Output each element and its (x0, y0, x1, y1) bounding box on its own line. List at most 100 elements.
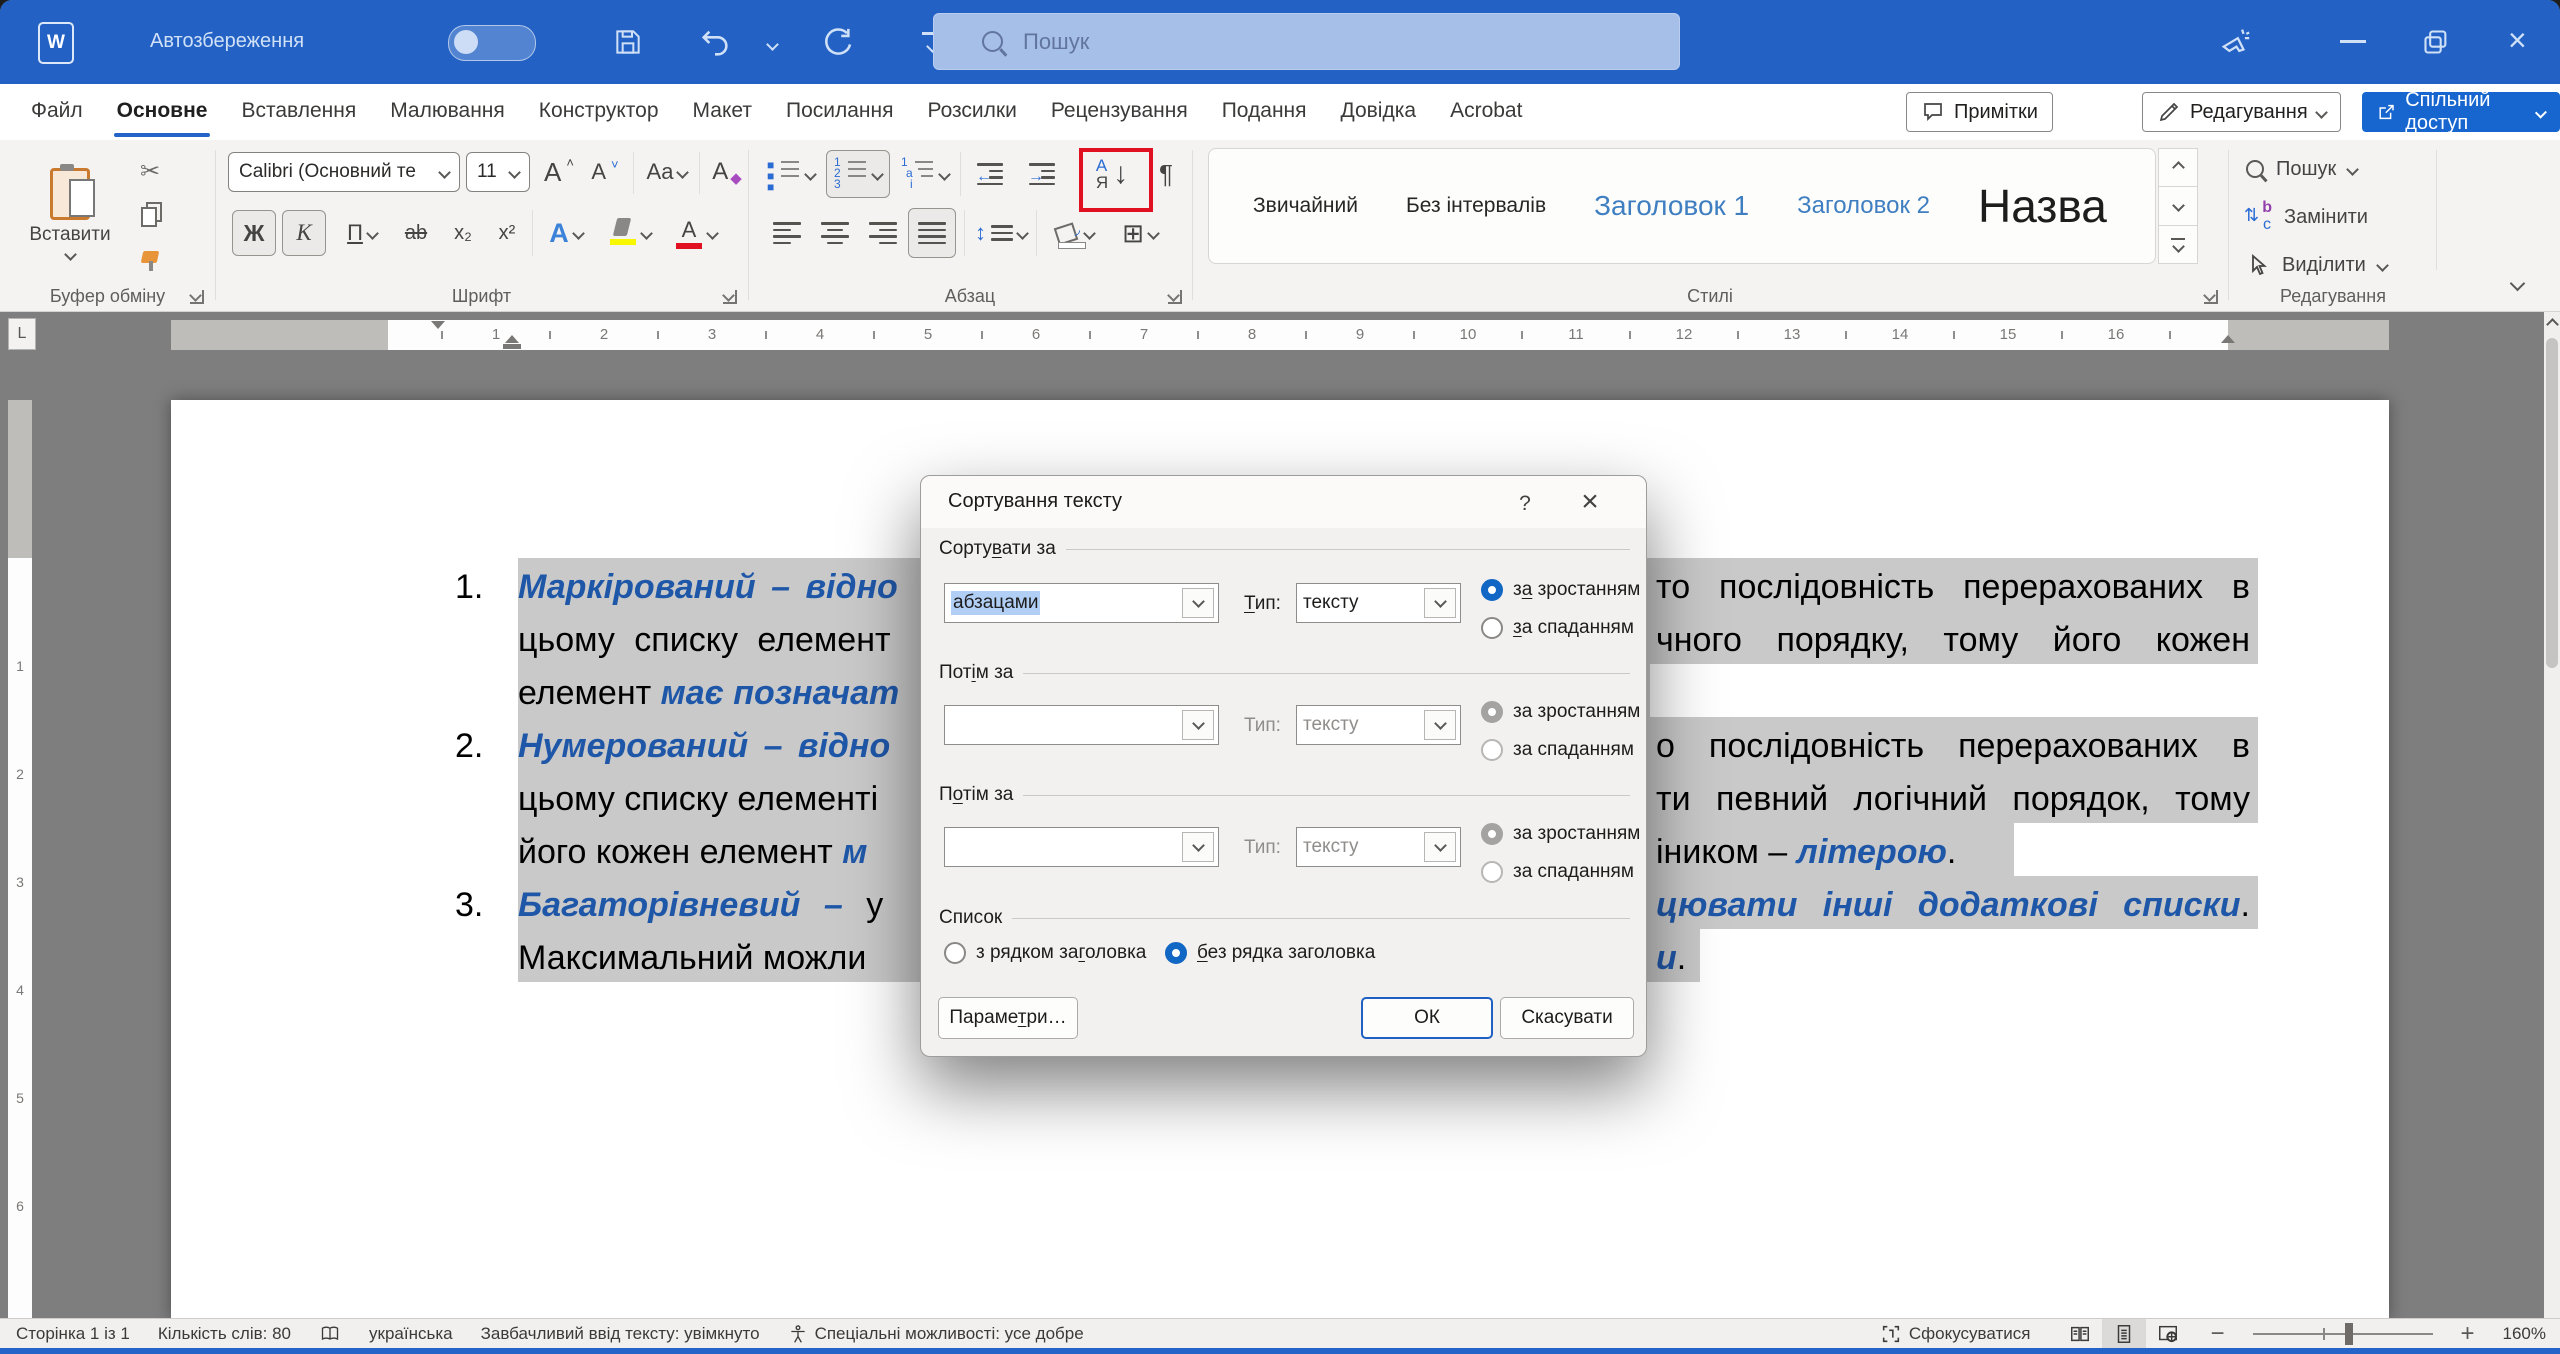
then-by-1-field-combo[interactable] (944, 705, 1219, 745)
right-indent-marker[interactable] (2221, 335, 2235, 343)
left-indent-marker[interactable] (503, 344, 521, 349)
copy-button[interactable] (128, 194, 172, 232)
print-layout-button[interactable] (2102, 1319, 2146, 1349)
shading-button[interactable]: ◞ (1044, 210, 1104, 256)
first-line-indent-marker[interactable] (431, 321, 445, 329)
font-size-combo[interactable]: 11 (466, 152, 530, 192)
hanging-indent-marker[interactable] (505, 335, 519, 343)
close-button[interactable]: × (2508, 22, 2527, 59)
style-no-spacing[interactable]: Без інтервалів (1406, 194, 1546, 218)
minimize-button[interactable] (2340, 40, 2366, 43)
ribbon-tab[interactable]: Посилання (769, 84, 911, 140)
sort-by-field-combo[interactable]: абзацами (944, 583, 1219, 623)
restore-button[interactable] (2422, 28, 2450, 56)
font-dialog-launcher-icon[interactable] (723, 290, 737, 304)
then-by-1-type-combo[interactable]: тексту (1296, 705, 1461, 745)
ribbon-tab[interactable]: Файл (14, 84, 100, 140)
vertical-scrollbar[interactable] (2544, 312, 2560, 1318)
ribbon-tab[interactable]: Рецензування (1034, 84, 1205, 140)
highlight-color-button[interactable] (600, 210, 660, 256)
ribbon-tab[interactable]: Довідка (1324, 84, 1434, 140)
styles-gallery-more[interactable] (2158, 226, 2198, 264)
search-input[interactable] (1021, 28, 1585, 56)
undo-dropdown-icon[interactable] (766, 38, 779, 51)
zoom-slider-thumb[interactable] (2345, 1323, 2353, 1345)
font-color-button[interactable]: А (666, 210, 726, 256)
descending-radio[interactable]: за спаданням (1481, 617, 1634, 639)
replace-button[interactable]: b c ⇅ Замінити (2246, 196, 2368, 238)
align-center-button[interactable] (814, 210, 856, 256)
options-button[interactable]: Параметри… (938, 997, 1078, 1039)
line-spacing-button[interactable]: ↕ (972, 210, 1030, 256)
cut-button[interactable]: ✂ (128, 152, 172, 190)
combo-dropdown-button[interactable] (1424, 832, 1456, 862)
ribbon-tab[interactable]: Вставлення (224, 84, 373, 140)
scroll-up-icon[interactable] (2546, 318, 2559, 331)
ribbon-tab[interactable]: Конструктор (522, 84, 676, 140)
proofing-icon[interactable] (319, 1324, 341, 1344)
read-mode-button[interactable] (2058, 1319, 2102, 1349)
paste-button[interactable]: Вставити (24, 148, 116, 278)
zoom-level[interactable]: 160% (2503, 1324, 2546, 1344)
comments-button[interactable]: Примітки (1906, 92, 2053, 132)
ok-button[interactable]: ОК (1361, 997, 1493, 1039)
numbering-button[interactable]: 123 (826, 150, 890, 198)
underline-button[interactable]: П (334, 210, 390, 256)
then-by-2-type-combo[interactable]: тексту (1296, 827, 1461, 867)
styles-scroll-up[interactable] (2158, 148, 2198, 187)
predictive-text-indicator[interactable]: Завбачливий ввід тексту: увімкнуто (481, 1324, 760, 1344)
italic-button[interactable]: К (282, 210, 326, 256)
align-left-button[interactable] (766, 210, 808, 256)
ribbon-tab[interactable]: Макет (676, 84, 769, 140)
style-heading1[interactable]: Заголовок 1 (1594, 190, 1749, 222)
ribbon-tab[interactable]: Малювання (373, 84, 522, 140)
combo-dropdown-button[interactable] (1182, 710, 1214, 740)
shrink-font-button[interactable]: А˅ (583, 152, 627, 192)
combo-dropdown-button[interactable] (1182, 588, 1214, 618)
ribbon-tab[interactable]: Основне (100, 84, 225, 140)
superscript-button[interactable]: x² (486, 210, 528, 256)
styles-scroll-down[interactable] (2158, 187, 2198, 225)
then-by-2-field-combo[interactable] (944, 827, 1219, 867)
zoom-out-button[interactable]: − (2210, 1320, 2224, 1348)
font-name-combo[interactable]: Calibri (Основний те (228, 152, 460, 192)
autosave-toggle[interactable] (448, 25, 536, 61)
dialog-close-button[interactable]: × (1567, 482, 1613, 522)
save-icon[interactable] (612, 26, 644, 58)
vertical-ruler[interactable]: 123456 (8, 400, 32, 1318)
feedback-megaphone-icon[interactable] (2218, 24, 2252, 58)
find-button[interactable]: Пошук (2246, 148, 2357, 190)
multilevel-list-button[interactable]: 1ai (896, 152, 954, 196)
page-indicator[interactable]: Сторінка 1 із 1 (16, 1324, 130, 1344)
word-count[interactable]: Кількість слів: 80 (158, 1324, 291, 1344)
search-box[interactable] (933, 13, 1680, 70)
editing-mode-button[interactable]: Редагування (2142, 92, 2341, 132)
increase-indent-button[interactable]: → (1020, 152, 1064, 196)
strikethrough-button[interactable]: ab (394, 210, 438, 256)
focus-mode-button[interactable]: Сфокусуватися (1880, 1323, 2031, 1345)
horizontal-ruler[interactable]: 12345678910111213141516 (171, 320, 2389, 350)
sort-by-type-combo[interactable]: тексту (1296, 583, 1461, 623)
ribbon-tab[interactable]: Acrobat (1433, 84, 1539, 140)
web-layout-button[interactable] (2146, 1319, 2190, 1349)
bold-button[interactable]: Ж (232, 210, 276, 256)
format-painter-button[interactable] (128, 238, 172, 276)
redo-icon[interactable] (820, 26, 854, 60)
select-button[interactable]: Виділити (2246, 244, 2387, 286)
paragraph-dialog-launcher-icon[interactable] (1168, 290, 1182, 304)
borders-button[interactable]: ⊞ (1110, 210, 1170, 256)
dialog-help-button[interactable]: ? (1507, 488, 1543, 520)
bullets-button[interactable]: ■■■ (762, 152, 820, 196)
subscript-button[interactable]: x₂ (442, 210, 484, 256)
text-effects-button[interactable]: А (538, 210, 594, 256)
no-header-row-radio[interactable]: без рядка заголовка (1165, 942, 1375, 964)
decrease-indent-button[interactable]: ← (968, 152, 1012, 196)
header-row-radio[interactable]: з рядком заголовка (944, 942, 1146, 964)
cancel-button[interactable]: Скасувати (1500, 997, 1634, 1039)
style-normal[interactable]: Звичайний (1253, 194, 1358, 218)
clear-formatting-button[interactable]: А◆ (705, 152, 749, 192)
language-indicator[interactable]: українська (369, 1324, 453, 1344)
combo-dropdown-button[interactable] (1424, 710, 1456, 740)
share-button[interactable]: Спільний доступ (2362, 92, 2560, 132)
align-right-button[interactable] (862, 210, 904, 256)
